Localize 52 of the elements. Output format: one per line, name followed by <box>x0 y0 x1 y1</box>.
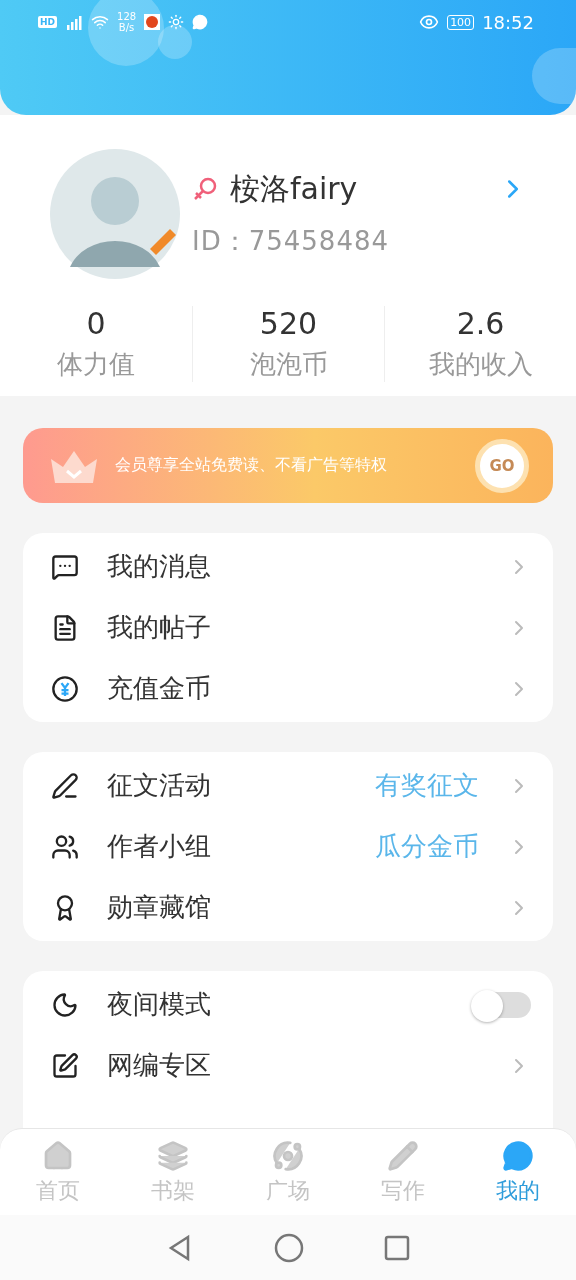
stat-value: 0 <box>86 306 106 341</box>
menu-label: 征文活动 <box>107 769 212 802</box>
app-notification-icon <box>144 14 161 30</box>
vip-text: 会员尊享全站免费读、不看广告等特权 <box>115 455 388 476</box>
pen-icon <box>51 771 79 800</box>
network-speed: 128 <box>117 11 137 22</box>
menu-row[interactable]: 我的消息 <box>23 536 553 597</box>
moon-icon <box>51 990 79 1019</box>
stat-label: 泡泡币 <box>249 348 328 381</box>
planet-icon <box>272 1139 304 1172</box>
stat-label: 我的收入 <box>428 348 533 381</box>
menu-row[interactable]: 充值金币 <box>23 658 553 719</box>
stat-value: 2.6 <box>456 306 505 341</box>
menu-row[interactable]: 网编专区 <box>23 1035 553 1096</box>
recent-apps-icon[interactable] <box>384 1234 410 1261</box>
sun-icon <box>168 14 185 30</box>
books-icon <box>156 1139 189 1172</box>
wifi-icon <box>91 13 109 31</box>
hd-badge: HD <box>38 16 57 28</box>
menu-label: 作者小组 <box>107 830 212 863</box>
promo-tag: 瓜分金币 <box>375 829 479 864</box>
chat-icon <box>192 14 209 30</box>
user-id: ID：75458484 <box>192 224 391 258</box>
menu-label: 勋章藏馆 <box>107 891 212 924</box>
message-icon <box>51 552 79 581</box>
signal-icon <box>65 14 83 30</box>
menu-row[interactable]: 作者小组 瓜分金币 <box>23 816 553 877</box>
stat-value: 520 <box>259 306 318 341</box>
clock-time: 18:52 <box>482 11 534 33</box>
menu-row[interactable]: 我的帖子 <box>23 597 553 658</box>
menu-label: 我的消息 <box>107 550 212 583</box>
eye-icon <box>419 12 440 32</box>
chat-bubble-icon <box>502 1139 535 1172</box>
battery-level: 100 <box>447 14 475 30</box>
pencil-icon <box>387 1139 420 1172</box>
people-icon <box>51 832 79 861</box>
edit-icon <box>51 1051 79 1080</box>
user-name: 桉洛fairy <box>230 169 358 208</box>
speed-unit: B/s <box>117 22 136 33</box>
menu-label: 夜间模式 <box>107 988 212 1021</box>
promo-tag: 有奖征文 <box>375 768 479 803</box>
menu-row[interactable]: 夜间模式 <box>23 974 553 1035</box>
menu-label: 我的帖子 <box>107 611 212 644</box>
coin-icon <box>51 674 79 703</box>
menu-row[interactable]: 征文活动 有奖征文 <box>23 755 553 816</box>
menu-row[interactable]: 勋章藏馆 <box>23 877 553 938</box>
home-circle-icon[interactable] <box>274 1232 304 1263</box>
menu-label: 网编专区 <box>107 1049 212 1082</box>
bubble-decoration <box>532 48 576 104</box>
menu-label: 充值金币 <box>107 672 212 705</box>
stat-label: 体力值 <box>57 348 135 381</box>
female-icon <box>192 176 218 202</box>
